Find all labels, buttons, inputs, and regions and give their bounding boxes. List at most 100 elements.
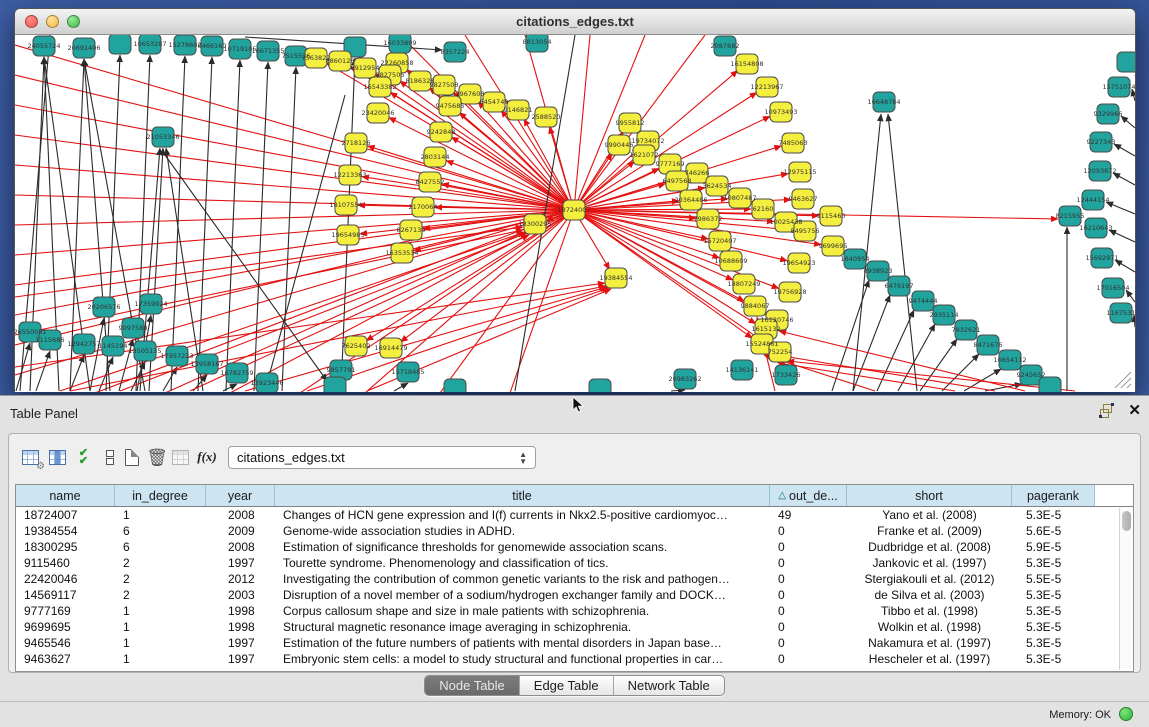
cell-name: 18724007	[16, 508, 115, 522]
memory-status-indicator[interactable]	[1119, 707, 1133, 721]
table-row[interactable]: 1938455462009Genome-wide association stu…	[16, 523, 1133, 539]
column-header-in-degree[interactable]: in_degree	[115, 485, 206, 506]
cell-out-de-: 0	[770, 636, 847, 650]
node-label: 8215955	[1056, 212, 1085, 220]
resize-grip-icon[interactable]	[1111, 368, 1133, 390]
network-canvas[interactable]: 2405572420691406106532871527860264661601…	[15, 35, 1135, 392]
scrollbar-thumb[interactable]	[1122, 511, 1131, 531]
node-label: 2588520	[532, 113, 561, 121]
node-label: 16210643	[1079, 224, 1112, 232]
cell-name: 9777169	[16, 604, 115, 618]
node-label: 21053346	[146, 133, 179, 141]
select-columns-icon[interactable]: ✔✔	[72, 446, 94, 468]
node-label: 16120746	[760, 316, 793, 324]
node-label: 12213363	[333, 171, 366, 179]
table-source-value: citations_edges.txt	[237, 450, 345, 465]
table-row[interactable]: 1872400712008Changes of HCN gene express…	[16, 507, 1133, 523]
node-label: 17359924	[134, 300, 167, 308]
new-table-icon[interactable]	[121, 446, 143, 468]
node-label: 15751074	[1102, 83, 1135, 91]
cell-title: Tourette syndrome. Phenomenology and cla…	[275, 556, 770, 570]
citation-network-graph[interactable]: 2405572420691406106532871527860264661601…	[15, 35, 1135, 392]
node-label: 8471676	[974, 341, 1003, 349]
table-settings-icon[interactable]: ⚙	[19, 446, 41, 468]
float-panel-icon[interactable]	[1100, 404, 1114, 418]
teal-node[interactable]	[589, 379, 611, 392]
cell-title: Changes of HCN gene expression and I(f) …	[275, 508, 770, 522]
node-label: 1640954	[841, 255, 870, 263]
cell-year: 2012	[206, 572, 275, 586]
table-source-dropdown[interactable]: citations_edges.txt ▲▼	[228, 446, 536, 469]
cell-name: 9699695	[16, 620, 115, 634]
cell-in-degree: 6	[115, 524, 206, 538]
table-row[interactable]: 946362711997Embryonic stem cells: a mode…	[16, 651, 1133, 667]
table-row[interactable]: 2242004622012Investigating the contribut…	[16, 571, 1133, 587]
cell-pagerank: 5.5E-5	[1012, 572, 1095, 586]
table-header-row[interactable]: namein_degreeyeartitle△out_de...shortpag…	[16, 485, 1133, 507]
close-window-button[interactable]	[25, 15, 38, 28]
table-columns-icon[interactable]	[46, 446, 68, 468]
node-label: 15720407	[703, 237, 736, 245]
column-header-short[interactable]: short	[847, 485, 1012, 506]
node-label: 15524861	[745, 340, 778, 348]
network-window[interactable]: citations_edges.txt 24055724206914061065…	[14, 8, 1136, 392]
cell-in-degree: 1	[115, 636, 206, 650]
teal-node[interactable]	[109, 35, 131, 54]
cell-pagerank: 5.3E-5	[1012, 620, 1095, 634]
node-label: 20364486	[674, 196, 707, 204]
table-body[interactable]: 1872400712008Changes of HCN gene express…	[16, 507, 1133, 667]
node-label: 12942757	[67, 340, 100, 348]
column-header-name[interactable]: name	[16, 485, 115, 506]
cell-out-de-: 0	[770, 524, 847, 538]
column-header-out-de-[interactable]: △out_de...	[770, 485, 847, 506]
teal-node[interactable]	[1117, 52, 1135, 72]
table-vertical-scrollbar[interactable]	[1119, 508, 1132, 670]
delete-table-icon[interactable]: 🗑	[146, 446, 168, 468]
table-row[interactable]: 969969511998Structural magnetic resonanc…	[16, 619, 1133, 635]
node-label: 62160	[753, 205, 774, 213]
node-label: 10653287	[133, 40, 166, 48]
table-row[interactable]: 977716911998Corpus callosum shape and si…	[16, 603, 1133, 619]
cell-short: de Silva et al. (2003)	[847, 588, 1012, 602]
cell-name: 18300295	[16, 540, 115, 554]
zoom-window-button[interactable]	[67, 15, 80, 28]
merge-rows-icon[interactable]	[99, 446, 121, 468]
node-label: 8357224	[441, 48, 470, 56]
cell-short: Stergiakouli et al. (2012)	[847, 572, 1012, 586]
tab-node-table[interactable]: Node Table	[425, 676, 520, 695]
close-panel-icon[interactable]: ✕	[1128, 404, 1141, 418]
minimize-window-button[interactable]	[46, 15, 59, 28]
node-label: 18300295	[518, 220, 551, 228]
cell-in-degree: 1	[115, 508, 206, 522]
teal-node[interactable]	[444, 379, 466, 392]
node-label: 2087682	[711, 42, 740, 50]
cell-year: 2008	[206, 508, 275, 522]
cell-in-degree: 1	[115, 604, 206, 618]
table-row[interactable]: 946554611997Estimation of the future num…	[16, 635, 1133, 651]
teal-node[interactable]	[1039, 377, 1061, 392]
node-table[interactable]: namein_degreeyeartitle△out_de...shortpag…	[15, 484, 1134, 672]
cell-in-degree: 2	[115, 588, 206, 602]
network-window-titlebar[interactable]: citations_edges.txt	[15, 9, 1135, 35]
table-row[interactable]: 911546021997Tourette syndrome. Phenomeno…	[16, 555, 1133, 571]
node-label: 19384554	[599, 274, 632, 282]
function-builder-icon[interactable]: f(x)	[196, 446, 218, 468]
tab-edge-table[interactable]: Edge Table	[520, 676, 614, 695]
cell-name: 9115460	[16, 556, 115, 570]
node-label: 7625402	[342, 342, 371, 350]
node-label: 1615132	[752, 325, 781, 333]
node-label: 14136141	[725, 366, 758, 374]
memory-status-label: Memory: OK	[1049, 709, 1111, 721]
node-label: 12923446	[250, 379, 283, 387]
column-header-year[interactable]: year	[206, 485, 275, 506]
tab-network-table[interactable]: Network Table	[614, 676, 724, 695]
cell-pagerank: 5.3E-5	[1012, 588, 1095, 602]
node-label: 12444154	[1076, 196, 1109, 204]
table-row[interactable]: 1456911722003Disruption of a novel membe…	[16, 587, 1133, 603]
column-header-title[interactable]: title	[275, 485, 770, 506]
teal-node[interactable]	[324, 377, 346, 392]
node-label: 9329966	[1094, 110, 1123, 118]
delete-column-icon	[169, 446, 191, 468]
table-row[interactable]: 1830029562008Estimation of significance …	[16, 539, 1133, 555]
column-header-pagerank[interactable]: pagerank	[1012, 485, 1095, 506]
